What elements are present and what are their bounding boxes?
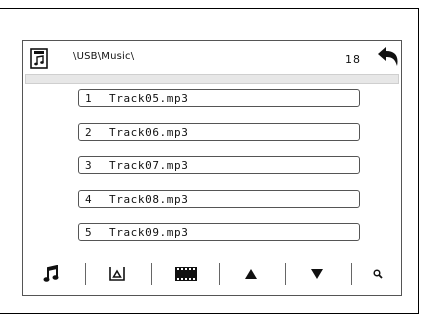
toolbar-divider — [219, 263, 220, 285]
toolbar-divider — [151, 263, 152, 285]
track-number: 4 — [85, 192, 92, 206]
back-arrow-icon[interactable] — [375, 46, 401, 68]
page-down-button[interactable] — [297, 258, 337, 290]
music-browser-screen: \USB\Music\ 18 1 Track05.mp3 2 Track06.m… — [22, 40, 402, 296]
track-list: 1 Track05.mp3 2 Track06.mp3 3 Track07.mp… — [78, 89, 360, 257]
track-row[interactable]: 1 Track05.mp3 — [78, 89, 360, 107]
track-number: 1 — [85, 92, 92, 105]
track-number: 3 — [85, 159, 92, 172]
track-row[interactable]: 5 Track09.mp3 — [78, 223, 360, 241]
music-file-icon — [30, 48, 48, 69]
track-name: Track09.mp3 — [109, 226, 189, 239]
search-icon — [373, 269, 383, 279]
track-number: 5 — [85, 226, 92, 239]
track-name: Track07.mp3 — [109, 159, 189, 172]
search-button[interactable] — [361, 258, 395, 290]
track-name: Track05.mp3 — [109, 92, 189, 105]
toolbar-divider — [285, 263, 286, 285]
track-row[interactable]: 4 Track08.mp3 — [78, 189, 360, 208]
video-film-icon — [174, 267, 197, 281]
track-name: Track06.mp3 — [109, 125, 189, 139]
info-bar — [25, 74, 399, 84]
music-button[interactable] — [31, 258, 71, 290]
track-row[interactable]: 3 Track07.mp3 — [78, 156, 360, 174]
music-note-icon — [43, 265, 59, 282]
page-up-icon — [245, 269, 257, 279]
track-number: 2 — [85, 125, 92, 139]
page-up-button[interactable] — [231, 258, 271, 290]
track-row[interactable]: 2 Track06.mp3 — [78, 122, 360, 141]
folder-path: \USB\Music\ — [73, 51, 135, 62]
usb-button[interactable] — [97, 258, 137, 290]
bottom-toolbar — [23, 258, 401, 290]
toolbar-divider — [85, 263, 86, 285]
header: \USB\Music\ 18 — [23, 41, 401, 71]
track-name: Track08.mp3 — [109, 192, 189, 206]
toolbar-divider — [351, 263, 352, 285]
file-count: 18 — [345, 53, 361, 66]
page-down-icon — [311, 269, 323, 279]
usb-icon — [109, 267, 125, 281]
video-button[interactable] — [163, 258, 208, 290]
